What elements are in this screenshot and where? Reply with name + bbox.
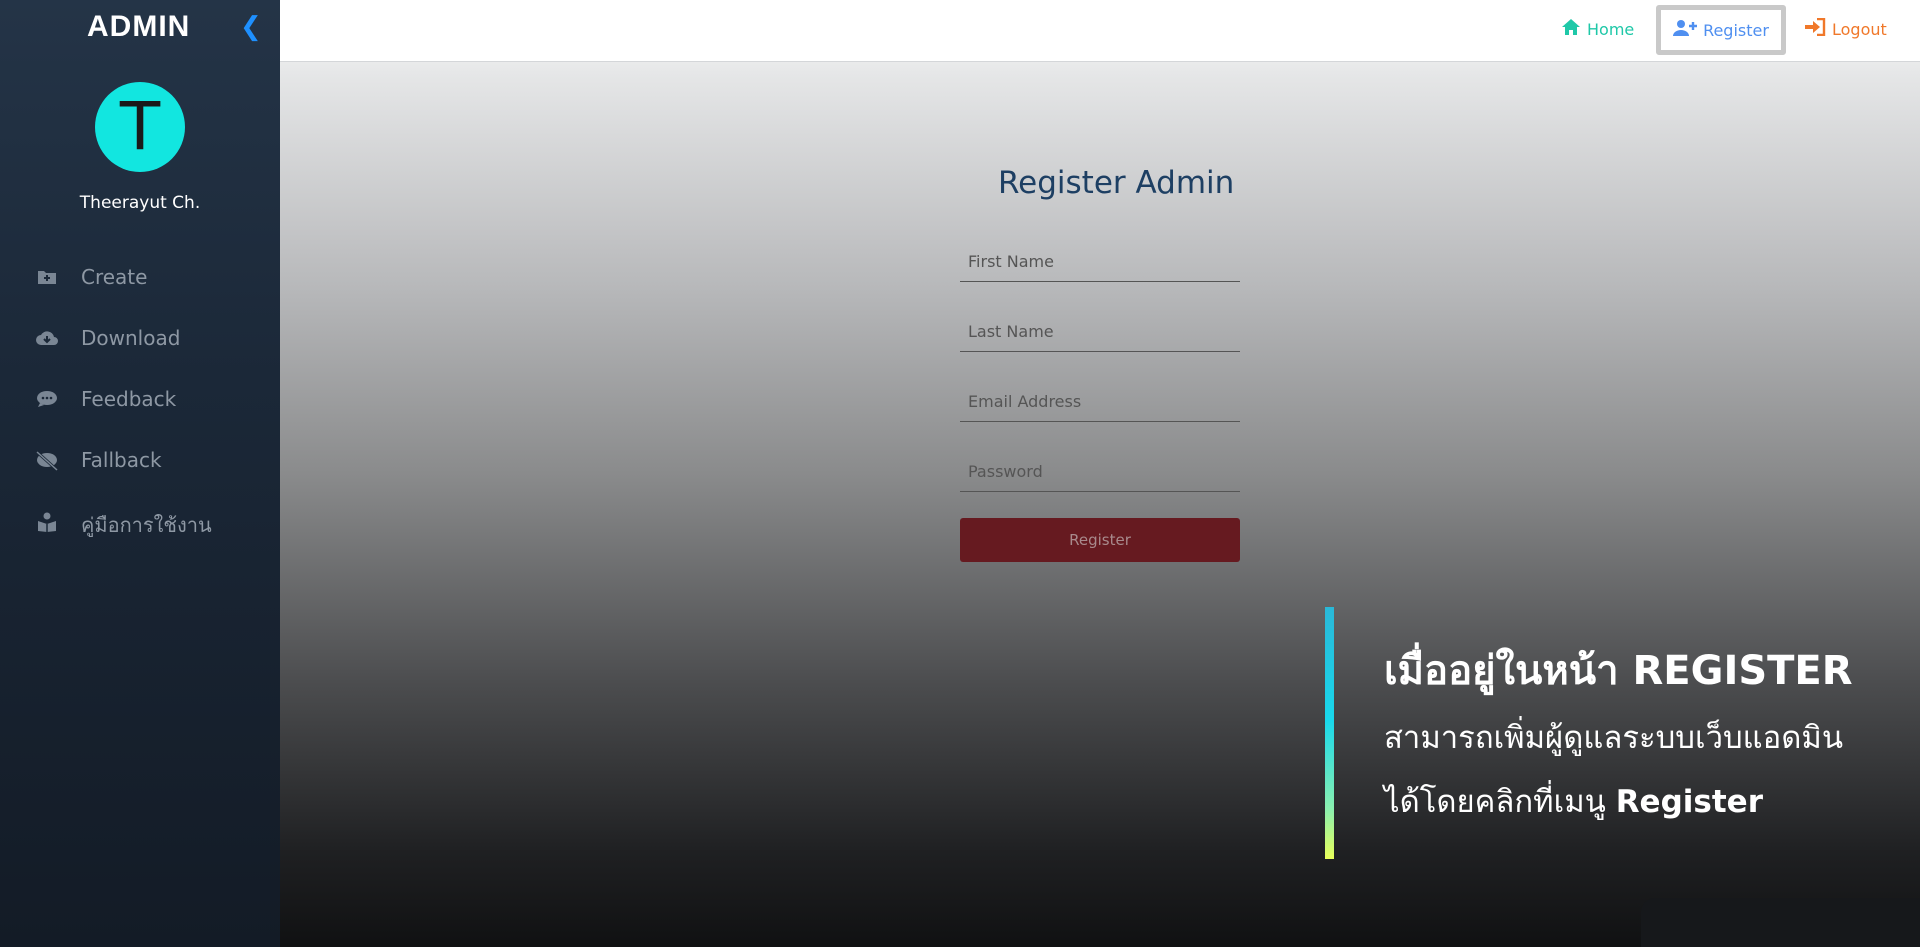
- callout-line-2: ได้โดยคลิกที่เมนู Register: [1384, 776, 1763, 826]
- sidebar: ADMIN ❮ T Theerayut Ch. Create Download …: [0, 0, 280, 947]
- book-reader-icon: [35, 512, 59, 532]
- username: Theerayut Ch.: [79, 193, 201, 213]
- callout-line-2-text: ได้โดยคลิกที่เมนู: [1384, 784, 1616, 820]
- comment-icon: [35, 390, 59, 410]
- callout-title: เมื่ออยู่ในหน้า REGISTER: [1384, 648, 1853, 694]
- last-name-field[interactable]: [960, 312, 1240, 352]
- register-submit-button[interactable]: Register: [960, 518, 1240, 562]
- brand-title: ADMIN: [87, 10, 191, 43]
- sidebar-item-fallback[interactable]: Fallback: [0, 431, 280, 492]
- sidebar-nav: Create Download Feedback Fallback คู่มือ…: [0, 248, 280, 553]
- sidebar-item-manual[interactable]: คู่มือการใช้งาน: [0, 492, 280, 553]
- sidebar-item-download[interactable]: Download: [0, 309, 280, 370]
- sidebar-item-label: Create: [81, 265, 148, 289]
- user-plus-icon: [1673, 19, 1698, 42]
- sidebar-item-label: คู่มือการใช้งาน: [81, 513, 212, 537]
- register-link-label: Register: [1703, 20, 1769, 40]
- main-content: Home Register Logout Register Admin Regi…: [280, 0, 1920, 947]
- sidebar-item-label: Download: [81, 326, 181, 350]
- comment-slash-icon: [35, 450, 59, 472]
- email-field[interactable]: [960, 382, 1240, 422]
- avatar: T: [95, 82, 185, 172]
- topbar: Home Register Logout: [280, 0, 1920, 62]
- home-icon: [1561, 18, 1581, 41]
- brand: ADMIN: [0, 10, 280, 50]
- collapse-sidebar-icon[interactable]: ❮: [240, 14, 262, 40]
- callout-accent-bar: [1325, 607, 1334, 859]
- callout-line-1: สามารถเพิ่มผู้ดูแลระบบเว็บแอดมิน: [1384, 720, 1844, 756]
- sidebar-item-label: Feedback: [81, 387, 177, 411]
- callout-line-2-bold: Register: [1615, 784, 1763, 820]
- register-link[interactable]: Register: [1656, 5, 1786, 55]
- home-link[interactable]: Home: [1561, 14, 1634, 44]
- first-name-field[interactable]: [960, 242, 1240, 282]
- cloud-download-icon: [35, 329, 59, 349]
- logout-link-label: Logout: [1832, 19, 1887, 39]
- corner-badge: [1641, 898, 1920, 947]
- sidebar-item-feedback[interactable]: Feedback: [0, 370, 280, 431]
- folder-plus-icon: [35, 268, 59, 288]
- sidebar-item-create[interactable]: Create: [0, 248, 280, 309]
- register-admin-title: Register Admin: [998, 165, 1235, 201]
- sign-in-icon: [1804, 17, 1826, 41]
- home-link-label: Home: [1587, 19, 1635, 39]
- sidebar-item-label: Fallback: [81, 448, 162, 472]
- logout-link[interactable]: Logout: [1804, 14, 1887, 44]
- password-field[interactable]: [960, 452, 1240, 492]
